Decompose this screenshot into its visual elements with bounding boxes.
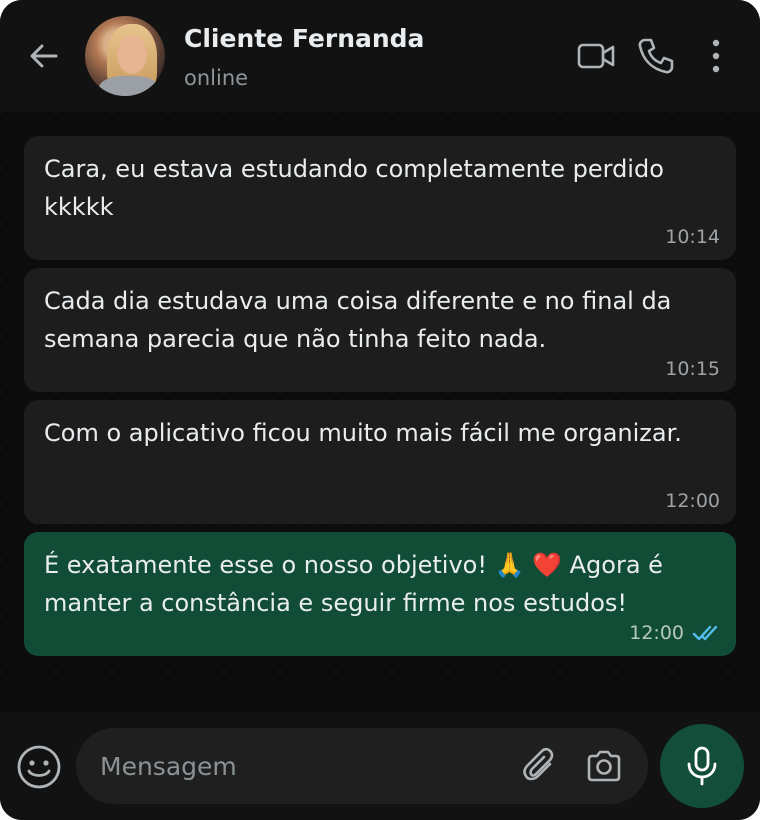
contact-name[interactable]: Cliente Fernanda (184, 24, 424, 53)
message-time: 10:14 (665, 226, 720, 248)
more-options-icon[interactable] (700, 36, 732, 76)
message-text: Com o aplicativo ficou muito mais fácil … (44, 419, 682, 447)
voice-message-button[interactable] (660, 724, 744, 808)
chat-screen: Cliente Fernanda online Cara, eu estava … (0, 0, 760, 820)
camera-icon[interactable] (584, 746, 624, 786)
read-receipt-icon (692, 625, 718, 641)
message-bubble-incoming[interactable]: Cara, eu estava estudando completamente … (24, 136, 736, 260)
contact-status: online (184, 66, 249, 90)
message-text: Cada dia estudava uma coisa diferente e … (44, 287, 672, 353)
message-text: É exatamente esse o nosso objetivo! 🙏 ❤️… (44, 551, 663, 617)
message-time: 12:00 (629, 622, 684, 644)
message-composer (0, 712, 760, 820)
message-text: Cara, eu estava estudando completamente … (44, 155, 664, 221)
message-bubble-incoming[interactable]: Com o aplicativo ficou muito mais fácil … (24, 400, 736, 524)
video-call-icon[interactable] (576, 36, 616, 76)
paperclip-icon[interactable] (520, 746, 560, 786)
message-input[interactable] (100, 746, 510, 786)
message-bubble-incoming[interactable]: Cada dia estudava uma coisa diferente e … (24, 268, 736, 392)
message-time: 10:15 (665, 358, 720, 380)
emoji-icon[interactable] (16, 744, 62, 790)
message-bubble-outgoing[interactable]: É exatamente esse o nosso objetivo! 🙏 ❤️… (24, 532, 736, 656)
message-time: 12:00 (665, 490, 720, 512)
microphone-icon (687, 746, 717, 786)
message-list[interactable]: Cara, eu estava estudando completamente … (0, 112, 760, 712)
contact-avatar[interactable] (85, 16, 165, 96)
phone-icon[interactable] (636, 36, 676, 76)
message-input-container (76, 728, 648, 804)
chat-header: Cliente Fernanda online (0, 0, 760, 112)
back-arrow-icon[interactable] (26, 38, 62, 74)
